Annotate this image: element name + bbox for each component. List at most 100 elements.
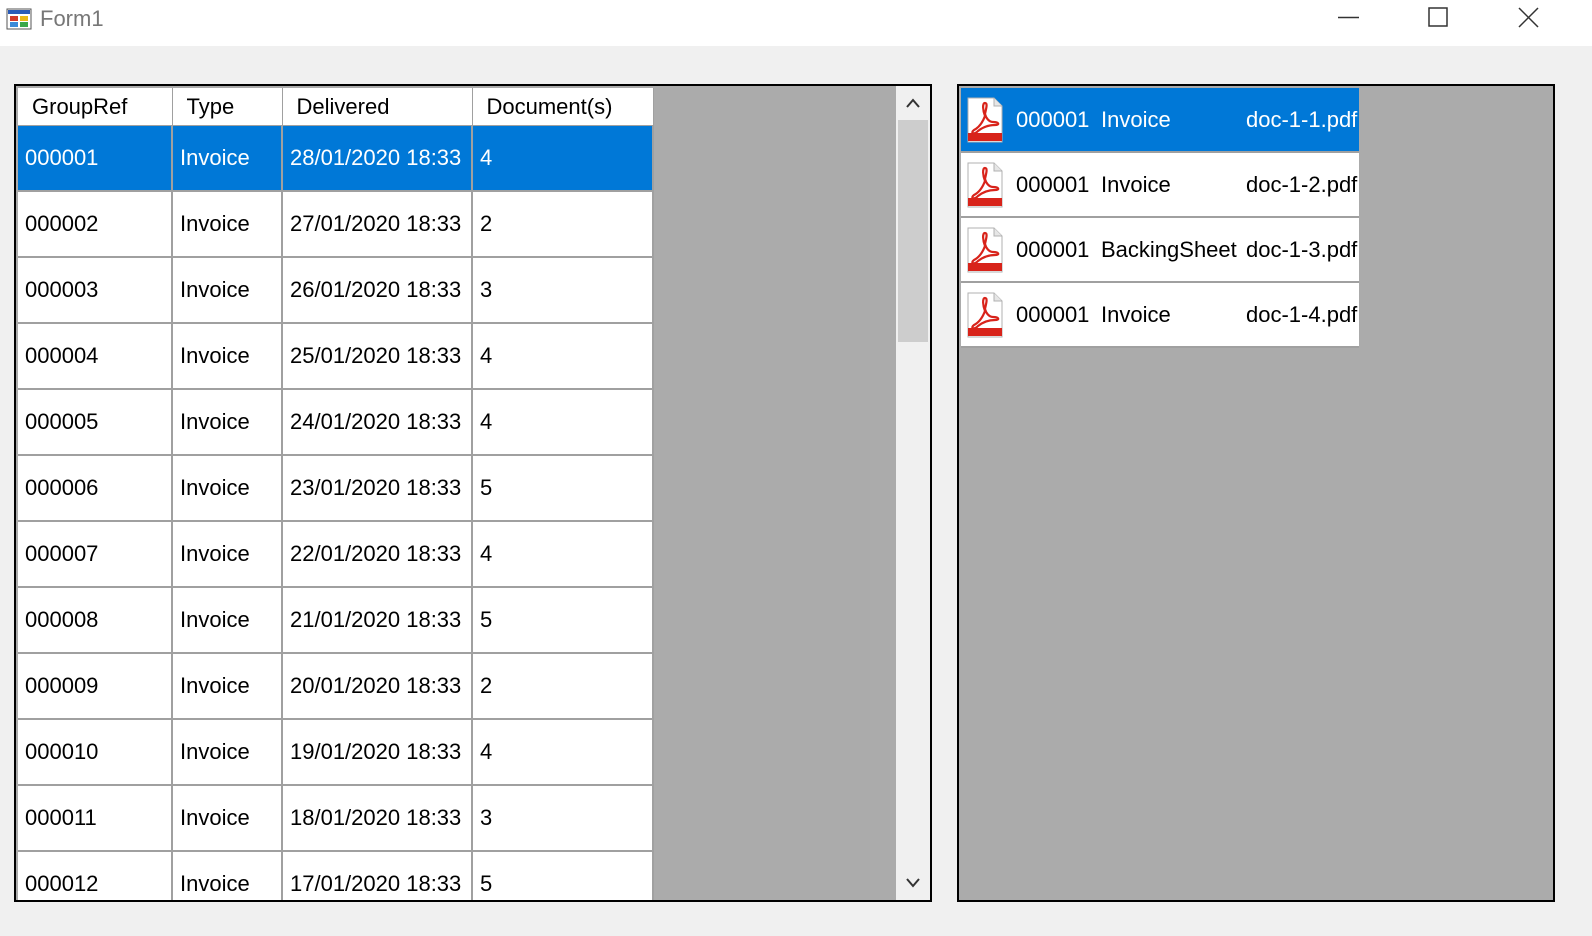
cell-documents[interactable]: 5 xyxy=(472,455,654,522)
cell-delivered[interactable]: 18/01/2020 18:33 xyxy=(282,785,473,852)
cell-type[interactable]: Invoice xyxy=(172,587,283,654)
cell-type[interactable]: Invoice xyxy=(172,191,283,258)
cell-groupref[interactable]: 000011 xyxy=(18,785,173,852)
cell-type[interactable]: Invoice xyxy=(172,719,283,786)
scrollbar-thumb[interactable] xyxy=(898,120,928,342)
cell-delivered[interactable]: 17/01/2020 18:33 xyxy=(282,851,473,900)
cell-groupref[interactable]: 000006 xyxy=(18,455,173,522)
column-header-delivered[interactable]: Delivered xyxy=(282,88,473,126)
pdf-icon xyxy=(967,227,1003,273)
cell-groupref[interactable]: 000008 xyxy=(18,587,173,654)
cell-type[interactable]: Invoice xyxy=(172,323,283,390)
cell-type[interactable]: Invoice xyxy=(172,785,283,852)
list-item[interactable]: 000001 BackingSheet doc-1-3.pdf xyxy=(961,218,1359,283)
document-filename: doc-1-2.pdf xyxy=(1246,172,1358,197)
chevron-up-icon xyxy=(906,98,920,108)
window-title: Form1 xyxy=(40,6,104,31)
group-table: GroupRef Type Delivered Document(s) 0000… xyxy=(18,88,654,900)
maximize-button[interactable] xyxy=(1394,0,1484,36)
cell-groupref[interactable]: 000004 xyxy=(18,323,173,390)
cell-delivered[interactable]: 20/01/2020 18:33 xyxy=(282,653,473,720)
table-row[interactable]: 000012 Invoice 17/01/2020 18:33 5 xyxy=(18,851,654,900)
table-row[interactable]: 000006 Invoice 23/01/2020 18:33 5 xyxy=(18,455,654,522)
maximize-icon xyxy=(1428,7,1448,27)
cell-type[interactable]: Invoice xyxy=(172,521,283,588)
close-button[interactable] xyxy=(1484,0,1574,36)
document-ref: 000001 xyxy=(1016,302,1090,327)
document-ref: 000001 xyxy=(1016,172,1090,197)
cell-type[interactable]: Invoice xyxy=(172,653,283,720)
table-row[interactable]: 000001 Invoice 28/01/2020 18:33 4 xyxy=(18,125,654,192)
list-item[interactable]: 000001 Invoice doc-1-1.pdf xyxy=(961,88,1359,153)
column-header-type[interactable]: Type xyxy=(172,88,283,126)
list-item[interactable]: 000001 Invoice doc-1-4.pdf xyxy=(961,283,1359,348)
cell-type[interactable]: Invoice xyxy=(172,125,283,192)
cell-type[interactable]: Invoice xyxy=(172,455,283,522)
cell-groupref[interactable]: 000009 xyxy=(18,653,173,720)
column-header-groupref[interactable]: GroupRef xyxy=(18,88,173,126)
table-row[interactable]: 000010 Invoice 19/01/2020 18:33 4 xyxy=(18,719,654,786)
cell-documents[interactable]: 4 xyxy=(472,125,654,192)
table-row[interactable]: 000004 Invoice 25/01/2020 18:33 4 xyxy=(18,323,654,390)
document-type: BackingSheet xyxy=(1101,237,1237,262)
table-row[interactable]: 000005 Invoice 24/01/2020 18:33 4 xyxy=(18,389,654,456)
document-filename: doc-1-3.pdf xyxy=(1246,237,1358,262)
document-type: Invoice xyxy=(1101,172,1171,197)
vertical-scrollbar[interactable] xyxy=(896,86,930,900)
list-item[interactable]: 000001 Invoice doc-1-2.pdf xyxy=(961,153,1359,218)
table-row[interactable]: 000003 Invoice 26/01/2020 18:33 3 xyxy=(18,257,654,324)
cell-type[interactable]: Invoice xyxy=(172,257,283,324)
cell-documents[interactable]: 2 xyxy=(472,653,654,720)
cell-groupref[interactable]: 000002 xyxy=(18,191,173,258)
cell-documents[interactable]: 4 xyxy=(472,323,654,390)
cell-documents[interactable]: 4 xyxy=(472,719,654,786)
table-row[interactable]: 000002 Invoice 27/01/2020 18:33 2 xyxy=(18,191,654,258)
cell-documents[interactable]: 4 xyxy=(472,389,654,456)
table-row[interactable]: 000009 Invoice 20/01/2020 18:33 2 xyxy=(18,653,654,720)
minimize-icon xyxy=(1338,16,1359,19)
app-icon xyxy=(6,8,32,30)
pdf-icon xyxy=(967,162,1003,208)
group-grid[interactable]: GroupRef Type Delivered Document(s) 0000… xyxy=(14,84,932,902)
cell-delivered[interactable]: 23/01/2020 18:33 xyxy=(282,455,473,522)
cell-groupref[interactable]: 000012 xyxy=(18,851,173,900)
cell-type[interactable]: Invoice xyxy=(172,851,283,900)
document-type: Invoice xyxy=(1101,107,1171,132)
cell-delivered[interactable]: 21/01/2020 18:33 xyxy=(282,587,473,654)
cell-documents[interactable]: 4 xyxy=(472,521,654,588)
cell-type[interactable]: Invoice xyxy=(172,389,283,456)
cell-groupref[interactable]: 000010 xyxy=(18,719,173,786)
cell-delivered[interactable]: 27/01/2020 18:33 xyxy=(282,191,473,258)
document-list[interactable]: 000001 Invoice doc-1-1.pdf 000001 Invoice do… xyxy=(957,84,1555,902)
cell-delivered[interactable]: 19/01/2020 18:33 xyxy=(282,719,473,786)
document-ref: 000001 xyxy=(1016,107,1090,132)
document-type: Invoice xyxy=(1101,302,1171,327)
document-ref: 000001 xyxy=(1016,237,1090,262)
table-row[interactable]: 000008 Invoice 21/01/2020 18:33 5 xyxy=(18,587,654,654)
table-row[interactable]: 000007 Invoice 22/01/2020 18:33 4 xyxy=(18,521,654,588)
cell-groupref[interactable]: 000001 xyxy=(18,125,173,192)
cell-groupref[interactable]: 000005 xyxy=(18,389,173,456)
scroll-up-button[interactable] xyxy=(896,86,930,120)
column-header-documents[interactable]: Document(s) xyxy=(472,88,654,126)
grid-header-row: GroupRef Type Delivered Document(s) xyxy=(18,88,654,126)
cell-delivered[interactable]: 28/01/2020 18:33 xyxy=(282,125,473,192)
cell-delivered[interactable]: 24/01/2020 18:33 xyxy=(282,389,473,456)
cell-delivered[interactable]: 25/01/2020 18:33 xyxy=(282,323,473,390)
cell-groupref[interactable]: 000003 xyxy=(18,257,173,324)
cell-delivered[interactable]: 26/01/2020 18:33 xyxy=(282,257,473,324)
minimize-button[interactable] xyxy=(1304,0,1394,36)
document-filename: doc-1-4.pdf xyxy=(1246,302,1358,327)
cell-documents[interactable]: 3 xyxy=(472,257,654,324)
title-bar: Form1 xyxy=(0,0,1592,46)
cell-delivered[interactable]: 22/01/2020 18:33 xyxy=(282,521,473,588)
cell-documents[interactable]: 5 xyxy=(472,587,654,654)
pdf-icon xyxy=(967,97,1003,143)
cell-documents[interactable]: 2 xyxy=(472,191,654,258)
scroll-down-button[interactable] xyxy=(896,866,930,900)
cell-documents[interactable]: 3 xyxy=(472,785,654,852)
table-row[interactable]: 000011 Invoice 18/01/2020 18:33 3 xyxy=(18,785,654,852)
cell-groupref[interactable]: 000007 xyxy=(18,521,173,588)
cell-documents[interactable]: 5 xyxy=(472,851,654,900)
document-filename: doc-1-1.pdf xyxy=(1246,107,1358,132)
